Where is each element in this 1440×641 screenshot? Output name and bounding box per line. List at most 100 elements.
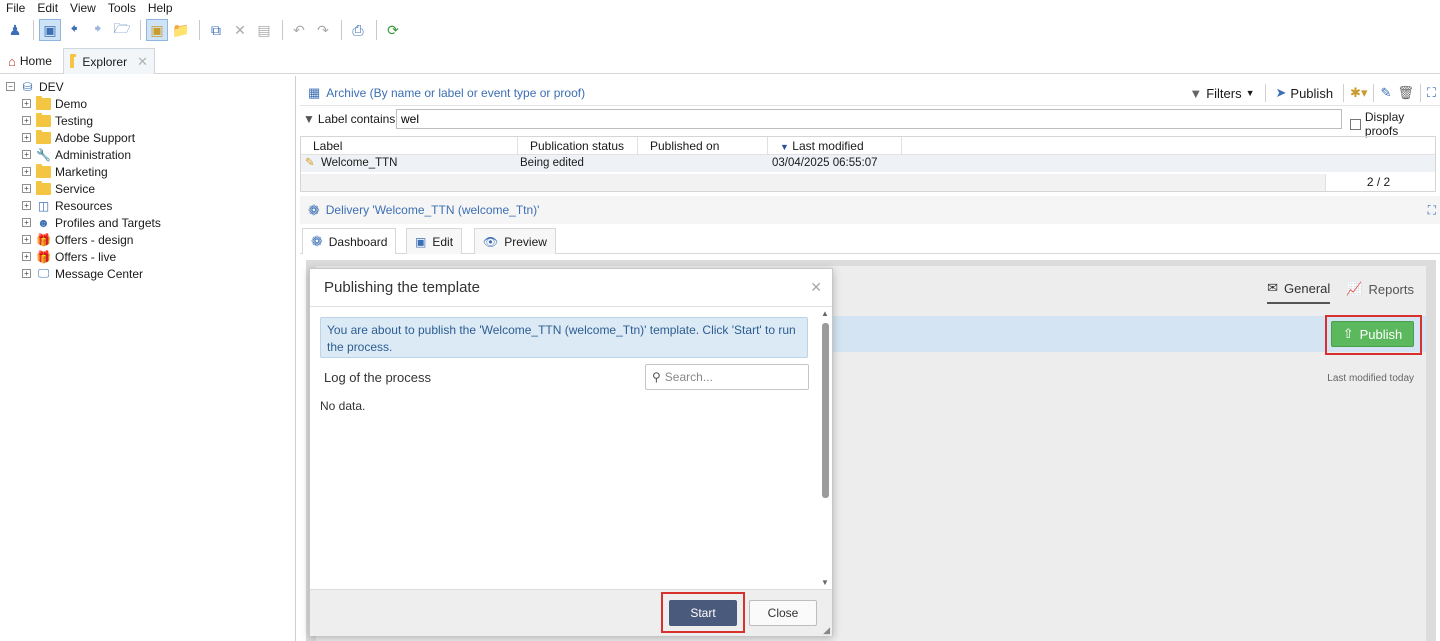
archive-toolbar: ▼ Filters ▼ ➤ Publish ✱▾ ✎ 🗑 ⛶ xyxy=(1185,80,1436,106)
send-icon: ➤ xyxy=(1275,85,1287,100)
tab-reports[interactable]: 📈 Reports xyxy=(1346,280,1414,304)
close-icon[interactable]: ✕ xyxy=(810,279,822,296)
funnel-icon: ▼ xyxy=(303,112,315,126)
publish-button[interactable]: ⇧ Publish xyxy=(1331,321,1414,347)
display-proofs-checkbox[interactable]: Display proofs xyxy=(1350,110,1440,138)
scroll-up-icon[interactable]: ▲ xyxy=(821,309,829,318)
tab-preview[interactable]: 👁 Preview xyxy=(474,228,556,254)
expand-icon[interactable]: + xyxy=(22,269,31,278)
envelope-icon: ✉ xyxy=(1267,280,1279,295)
tree-item-service[interactable]: + Service xyxy=(22,180,95,197)
tree-item-testing[interactable]: + Testing xyxy=(22,112,93,129)
sort-desc-icon: ▼ xyxy=(780,142,789,152)
edit-icon[interactable]: ✎ xyxy=(1380,85,1391,101)
expand-icon[interactable]: + xyxy=(22,201,31,210)
search-window-icon[interactable]: ▣ xyxy=(146,19,168,41)
expand-icon[interactable]: + xyxy=(22,116,31,125)
folder-icon xyxy=(36,112,51,127)
tab-home[interactable]: ⌂ Home xyxy=(2,48,58,74)
expand-icon[interactable]: + xyxy=(22,184,31,193)
resize-grip-icon[interactable]: ◢ xyxy=(823,625,830,636)
scrollbar-thumb[interactable] xyxy=(822,323,829,498)
expand-icon[interactable]: + xyxy=(22,99,31,108)
cut-icon[interactable]: ✕ xyxy=(229,19,251,41)
menu-file[interactable]: File xyxy=(6,0,25,16)
column-header-modified[interactable]: ▼ Last modified xyxy=(768,137,902,155)
horizontal-scrollbar[interactable] xyxy=(301,174,1325,191)
tree-item-label: Adobe Support xyxy=(55,130,136,145)
start-button[interactable]: Start xyxy=(669,600,737,626)
close-button[interactable]: Close xyxy=(749,600,817,626)
toolbar-separator xyxy=(1264,84,1266,102)
dashboard-icon: ❁ xyxy=(311,233,323,249)
no-data-text: No data. xyxy=(320,399,366,413)
edit-window-icon: ▣ xyxy=(415,234,427,249)
collapse-icon[interactable]: − xyxy=(6,82,15,91)
new-item-icon[interactable]: ✱▾ xyxy=(1350,85,1367,101)
expand-icon[interactable]: + xyxy=(22,167,31,176)
tree-item-message-center[interactable]: + 🖵 Message Center xyxy=(22,265,143,282)
scroll-down-icon[interactable]: ▼ xyxy=(821,578,829,587)
expand-icon[interactable]: + xyxy=(22,252,31,261)
open-folder-icon[interactable]: 📁 xyxy=(170,19,192,41)
filters-label: Filters xyxy=(1206,85,1242,101)
tab-edit[interactable]: ▣ Edit xyxy=(406,228,463,254)
tab-explorer[interactable]: Explorer ✕ xyxy=(63,48,155,74)
vertical-scrollbar[interactable]: ▲ ▼ xyxy=(820,309,830,587)
menu-help[interactable]: Help xyxy=(148,0,173,16)
label-filter-input[interactable] xyxy=(396,109,1342,129)
table-row[interactable]: ✎ Welcome_TTN Being edited 03/04/2025 06… xyxy=(301,155,1435,172)
menu-tools[interactable]: Tools xyxy=(108,0,136,16)
tab-general[interactable]: ✉ General xyxy=(1267,280,1331,304)
tree-item-administration[interactable]: + 🔧 Administration xyxy=(22,146,131,163)
column-header-published[interactable]: Published on xyxy=(638,137,768,155)
expand-panel-icon[interactable]: ⛶ xyxy=(1427,85,1436,101)
expand-icon[interactable]: + xyxy=(22,218,31,227)
tree-item-label: Offers - design xyxy=(55,232,134,247)
tree-item-offers-live[interactable]: + 🎁 Offers - live xyxy=(22,248,116,265)
tree-item-resources[interactable]: + ◫ Resources xyxy=(22,197,112,214)
dialog-footer: Start Close ◢ xyxy=(310,589,832,636)
record-count: 2 / 2 xyxy=(1325,174,1431,191)
user-icon[interactable]: ♟ xyxy=(4,19,26,41)
cell-status: Being edited xyxy=(520,157,584,169)
filters-button[interactable]: ▼ Filters ▼ xyxy=(1185,86,1258,101)
tree-item-demo[interactable]: + Demo xyxy=(22,95,87,112)
tree-item-label: Marketing xyxy=(55,164,108,179)
tree-root[interactable]: − ⛁ DEV xyxy=(6,78,64,95)
back-arrow-icon[interactable]: 🠸 xyxy=(63,19,85,41)
expand-icon[interactable]: + xyxy=(22,133,31,142)
print-icon[interactable]: ⎙ xyxy=(347,19,369,41)
tree-item-profiles-targets[interactable]: + ☻ Profiles and Targets xyxy=(22,214,161,231)
expand-icon[interactable]: + xyxy=(22,235,31,244)
expand-panel-icon[interactable]: ⛶ xyxy=(1428,203,1436,218)
column-header-label[interactable]: Label xyxy=(301,137,518,155)
tab-dashboard[interactable]: ❁ Dashboard xyxy=(302,228,397,254)
tree-item-label: Service xyxy=(55,181,96,196)
column-header-status[interactable]: Publication status xyxy=(518,137,638,155)
refresh-icon[interactable]: ⟳ xyxy=(382,19,404,41)
folder-nav-icon[interactable]: 🗁 xyxy=(111,19,133,41)
expand-icon[interactable]: + xyxy=(22,150,31,159)
tab-dashboard-label: Dashboard xyxy=(328,234,388,249)
menu-view[interactable]: View xyxy=(70,0,96,16)
close-tab-icon[interactable]: ✕ xyxy=(137,54,148,70)
delete-icon[interactable]: 🗑 xyxy=(1397,85,1414,101)
checkbox-icon[interactable] xyxy=(1350,118,1361,130)
log-search-input[interactable]: ⚲ Search... xyxy=(645,364,809,390)
paste-icon[interactable]: ▤ xyxy=(253,19,275,41)
eye-icon: 👁 xyxy=(483,234,499,249)
toolbar-separator xyxy=(199,20,200,40)
redo-icon[interactable]: ↷ xyxy=(312,19,334,41)
forward-arrow-icon[interactable]: 🠺 xyxy=(87,19,109,41)
copy-icon[interactable]: ⧉ xyxy=(205,19,227,41)
publish-dialog: Publishing the template ✕ You are about … xyxy=(309,268,833,636)
tree-item-label: Message Center xyxy=(55,266,144,281)
menu-edit[interactable]: Edit xyxy=(37,0,58,16)
publish-toolbar-button[interactable]: ➤ Publish xyxy=(1272,85,1338,101)
tree-item-adobe-support[interactable]: + Adobe Support xyxy=(22,129,135,146)
tree-item-offers-design[interactable]: + 🎁 Offers - design xyxy=(22,231,133,248)
tree-item-marketing[interactable]: + Marketing xyxy=(22,163,108,180)
undo-icon[interactable]: ↶ xyxy=(288,19,310,41)
panel-toggle-icon[interactable]: ▣ xyxy=(39,19,61,41)
